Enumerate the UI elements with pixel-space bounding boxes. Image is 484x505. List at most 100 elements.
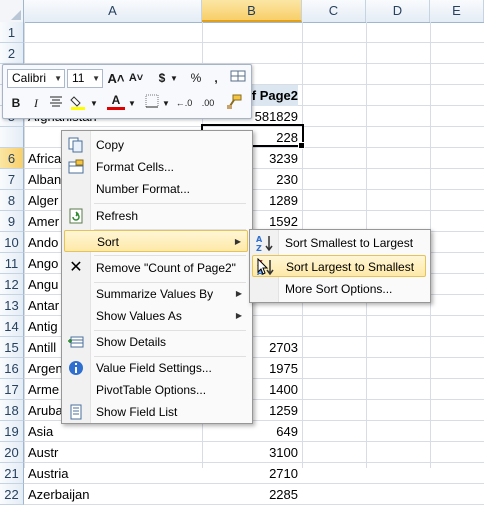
field-list-icon [68, 404, 84, 420]
menu-item-show-values-as[interactable]: Show Values As ▶ [64, 305, 248, 327]
menu-item-format-cells[interactable]: Format Cells... [64, 156, 248, 178]
cell-a[interactable]: Austr [28, 442, 198, 463]
select-all-corner[interactable] [0, 0, 24, 22]
menu-item-label: Format Cells... [96, 160, 175, 174]
sort-ascending-icon: AZ [255, 234, 275, 253]
sort-submenu: AZ Sort Smallest to Largest ZA Sort Larg… [249, 229, 431, 303]
cell-b[interactable] [202, 43, 298, 64]
cell-a[interactable]: Austria [28, 463, 198, 484]
font-name-value: Calibri [12, 71, 47, 85]
close-icon: ✕ [69, 259, 83, 276]
chevron-down-icon: ▼ [54, 74, 62, 83]
cell-a[interactable]: Asia [28, 421, 198, 442]
font-size-box[interactable]: 11 ▼ [67, 69, 103, 88]
column-header-a[interactable]: A [24, 0, 202, 22]
menu-item-summarize-values-by[interactable]: Summarize Values By ▶ [64, 283, 248, 305]
info-icon [68, 360, 84, 376]
chevron-down-icon[interactable]: ▼ [123, 94, 141, 113]
font-size-value: 11 [72, 71, 85, 85]
column-header-b[interactable]: B [202, 0, 302, 22]
menu-item-refresh[interactable]: Refresh [64, 205, 248, 227]
cell-b[interactable]: 2710 [202, 463, 298, 484]
menu-item-show-details[interactable]: Show Details [64, 331, 248, 353]
decrease-decimal-button[interactable]: .00 [199, 94, 217, 113]
menu-item-number-format[interactable]: Number Format... [64, 178, 248, 200]
row-header[interactable]: 1 [0, 22, 24, 43]
row-header[interactable]: 2 [0, 43, 24, 64]
bold-button[interactable]: B [7, 94, 25, 113]
row-header[interactable]: 18 [0, 400, 24, 421]
fill-handle[interactable] [298, 142, 305, 149]
cell-b[interactable] [202, 22, 298, 43]
menu-item-label: Show Field List [96, 405, 178, 419]
column-header-c[interactable]: C [302, 0, 366, 22]
menu-separator [94, 203, 246, 204]
menu-item-label: Number Format... [96, 182, 191, 196]
row-header[interactable]: 13 [0, 295, 24, 316]
menu-item-copy[interactable]: Copy [64, 134, 248, 156]
row-header[interactable]: 6 [0, 148, 24, 169]
cell-b[interactable]: 649 [202, 421, 298, 442]
menu-item-sort[interactable]: Sort ▶ [64, 230, 248, 252]
row-header[interactable]: 20 [0, 442, 24, 463]
row-header[interactable]: 12 [0, 274, 24, 295]
row-header[interactable]: 8 [0, 190, 24, 211]
row-header[interactable]: 21 [0, 463, 24, 484]
row-header[interactable]: 11 [0, 253, 24, 274]
cell-b[interactable]: 3100 [202, 442, 298, 463]
svg-text:Z: Z [256, 244, 262, 252]
chevron-down-icon: ▼ [92, 74, 100, 83]
row-header[interactable]: 14 [0, 316, 24, 337]
chevron-down-icon[interactable]: ▼ [165, 69, 183, 88]
format-painter-grid-icon[interactable] [229, 69, 247, 88]
percent-style-button[interactable]: % [187, 69, 205, 88]
column-header-d[interactable]: D [366, 0, 430, 22]
menu-item-label: Refresh [96, 209, 139, 223]
menu-item-more-sort-options[interactable]: More Sort Options... [252, 278, 426, 300]
menu-item-sort-ascending[interactable]: AZ Sort Smallest to Largest [252, 232, 426, 254]
menu-item-pivottable-options[interactable]: PivotTable Options... [64, 379, 248, 401]
row-header[interactable]: 19 [0, 421, 24, 442]
format-painter-icon[interactable] [225, 94, 243, 113]
cell-b[interactable]: 2285 [202, 484, 298, 505]
chevron-down-icon[interactable]: ▼ [85, 94, 103, 113]
menu-item-label: Sort Largest to Smallest [286, 260, 415, 274]
grow-font-button[interactable]: A˄ [107, 69, 125, 88]
copy-icon [68, 137, 84, 153]
row-header[interactable]: 17 [0, 379, 24, 400]
menu-item-show-field-list[interactable]: Show Field List [64, 401, 248, 423]
menu-item-label: Sort [97, 235, 120, 249]
refresh-icon [68, 208, 84, 224]
column-header-e[interactable]: E [430, 0, 484, 22]
shrink-font-button[interactable]: A˅ [127, 69, 145, 88]
menu-item-label: Copy [96, 138, 125, 152]
increase-decimal-button[interactable]: ←.0 [175, 94, 193, 113]
cell-a[interactable]: Azerbaijan [28, 484, 198, 505]
row-header[interactable]: 9 [0, 211, 24, 232]
menu-item-sort-descending[interactable]: ZA Sort Largest to Smallest [252, 255, 426, 277]
mouse-cursor-icon [257, 257, 269, 281]
italic-button[interactable]: I [27, 94, 45, 113]
row-header[interactable]: 15 [0, 337, 24, 358]
menu-item-value-field-settings[interactable]: Value Field Settings... [64, 357, 248, 379]
font-name-box[interactable]: Calibri ▼ [7, 69, 65, 88]
comma-style-button[interactable]: , [207, 69, 225, 88]
row-header[interactable]: 22 [0, 484, 24, 505]
row-header[interactable] [0, 127, 24, 148]
row-header[interactable]: 16 [0, 358, 24, 379]
context-menu: Copy Format Cells... Number Format... Re… [61, 130, 253, 424]
chevron-down-icon[interactable]: ▼ [157, 94, 175, 113]
menu-item-remove-field[interactable]: ✕ Remove "Count of Page2" [64, 257, 248, 279]
submenu-arrow-icon: ▶ [235, 311, 242, 320]
row-header[interactable]: 7 [0, 169, 24, 190]
row-header[interactable]: 10 [0, 232, 24, 253]
cell-a[interactable] [28, 43, 198, 64]
format-cells-icon [68, 159, 84, 175]
menu-item-label: Remove "Count of Page2" [96, 261, 236, 275]
submenu-arrow-icon: ▶ [235, 289, 242, 298]
menu-item-label: Show Details [96, 335, 167, 349]
show-details-icon [68, 334, 84, 350]
menu-item-label: Show Values As [96, 309, 182, 323]
cell-a[interactable] [28, 22, 198, 43]
align-center-icon[interactable] [47, 94, 65, 113]
